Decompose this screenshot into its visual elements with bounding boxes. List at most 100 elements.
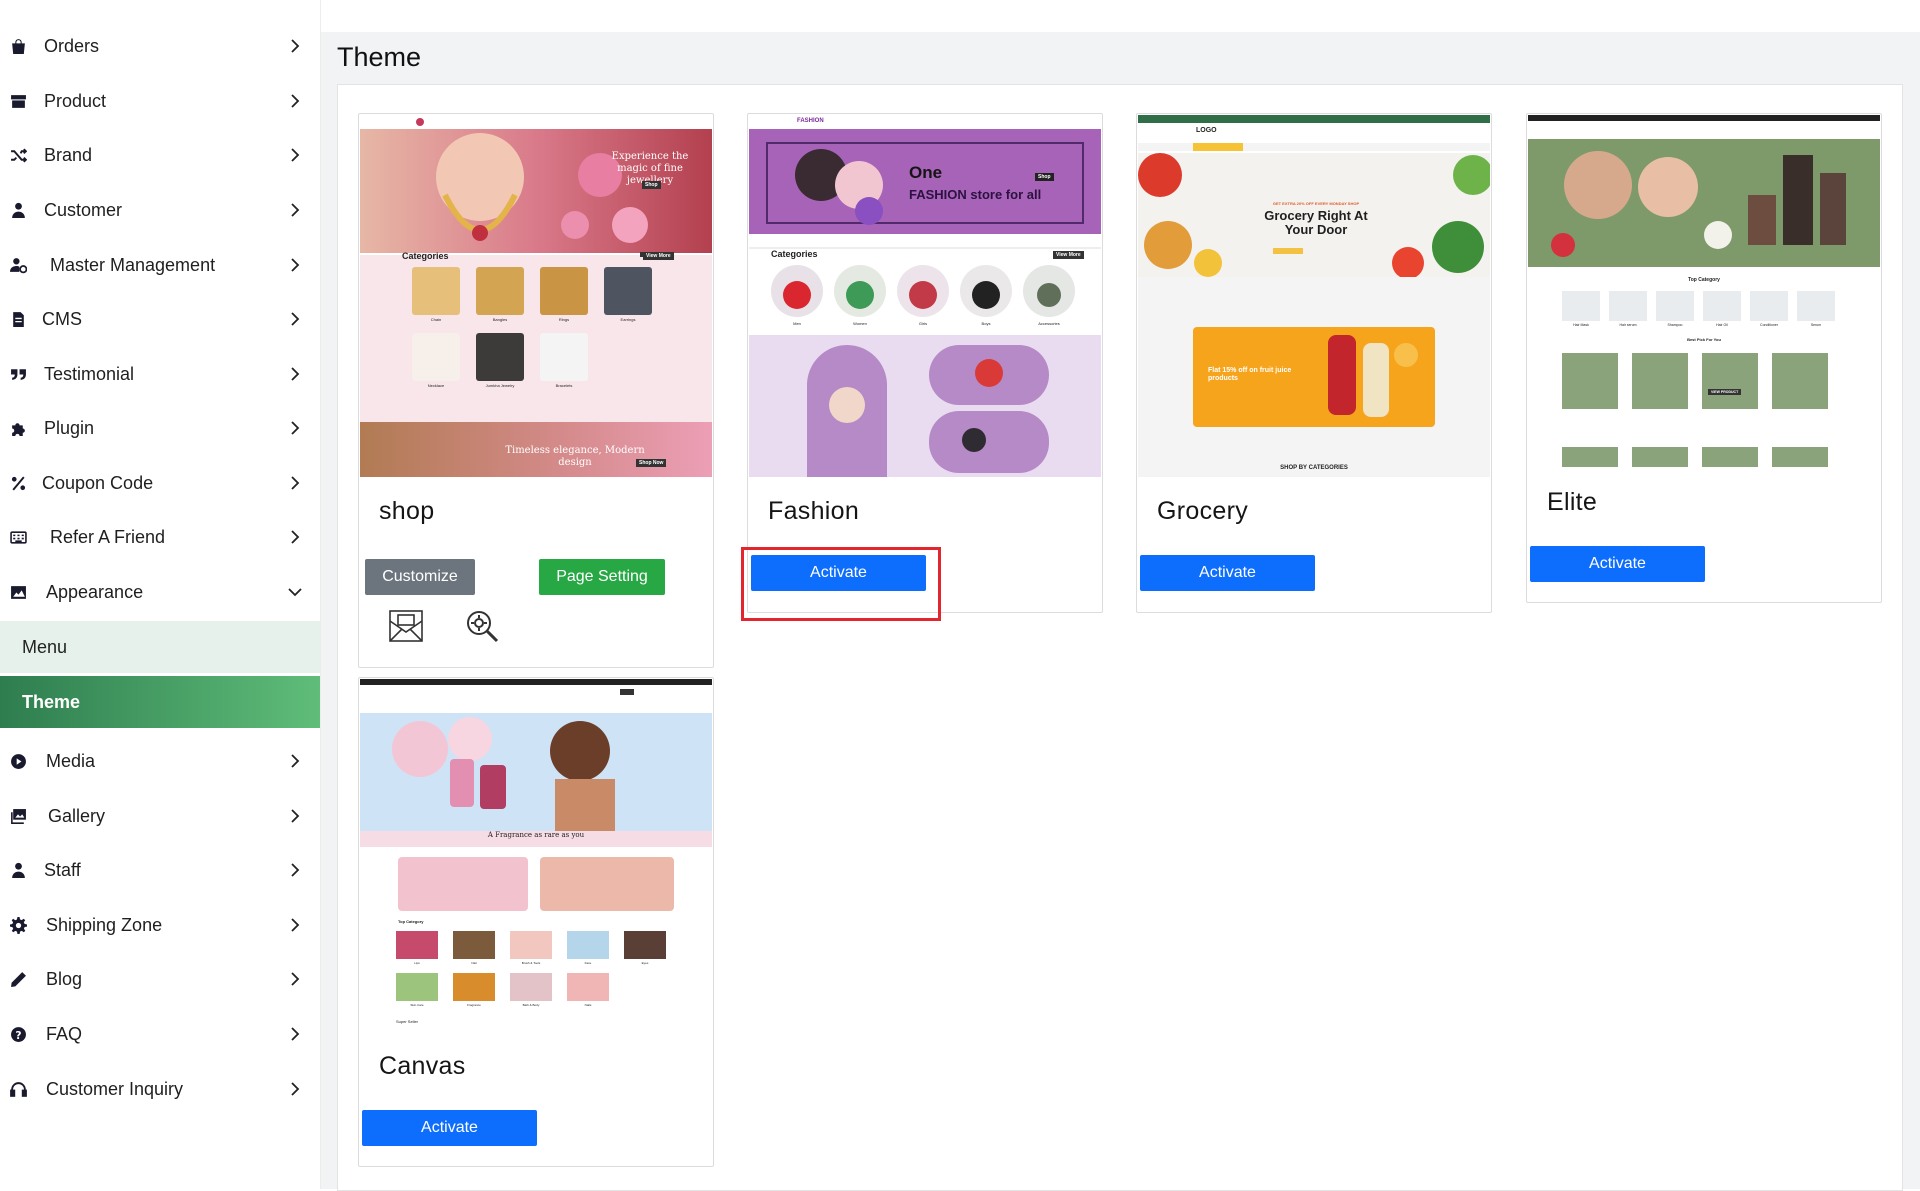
preview-tile — [476, 333, 524, 381]
email-template-icon[interactable] — [387, 607, 425, 645]
theme-preview-grocery[interactable]: LOGO GET EXTRA 20% OFF EVERY MONDAY SHOP… — [1138, 115, 1490, 477]
preview-section-title: SHOP BY CATEGORIES — [1280, 465, 1348, 471]
preview-tile-label: Lips — [414, 961, 420, 965]
highlight-box — [741, 547, 941, 621]
theme-name: Elite — [1547, 488, 1598, 516]
theme-preview-elite[interactable]: Top Category Hair Mask Hair serum Shampo… — [1528, 115, 1880, 467]
preview-tile-label: Face — [584, 961, 592, 965]
page-title: Theme — [337, 42, 422, 72]
theme-name: shop — [379, 497, 435, 525]
sidebar-item-blog[interactable]: Blog — [0, 952, 320, 1006]
preview-tile-label: Bracelets — [555, 383, 573, 388]
activate-button[interactable]: Activate — [1140, 555, 1315, 591]
seo-search-icon[interactable] — [463, 607, 501, 645]
theme-card-fashion: FASHION One FASHION store for all Shop C… — [747, 113, 1103, 613]
preview-section-title: Super Seller — [396, 1019, 419, 1024]
headset-icon — [8, 1079, 28, 1099]
theme-card-grocery: LOGO GET EXTRA 20% OFF EVERY MONDAY SHOP… — [1136, 113, 1492, 613]
sidebar-item-orders[interactable]: Orders — [0, 19, 320, 73]
chevron-right-icon — [288, 312, 302, 326]
preview-tile-label: Nail — [471, 961, 477, 965]
sidebar-item-staff[interactable]: Staff — [0, 843, 320, 897]
preview-promo: GET EXTRA 20% OFF EVERY MONDAY SHOP — [1272, 201, 1360, 206]
sidebar-item-coupon-code[interactable]: Coupon Code — [0, 456, 320, 510]
user-icon — [8, 860, 28, 880]
preview-offer: Flat 15% off on fruit juice products — [1208, 367, 1292, 382]
images-icon — [8, 806, 28, 826]
preview-view-more: View More — [643, 252, 674, 260]
quote-icon — [8, 364, 28, 384]
preview-tile-label: Eyes — [641, 961, 649, 965]
theme-preview-shop[interactable]: Experience the magic of fine jewellery S… — [360, 115, 712, 477]
preview-tile-label: Bath & Body — [522, 1003, 540, 1007]
chevron-right-icon — [288, 863, 302, 877]
preview-section-title: Categories — [771, 249, 818, 259]
sidebar-item-shipping-zone[interactable]: Shipping Zone — [0, 898, 320, 952]
preview-tile-label: Accessories — [1038, 321, 1060, 326]
preview-tile — [412, 267, 460, 315]
sidebar-item-customer[interactable]: Customer — [0, 183, 320, 237]
chevron-right-icon — [288, 530, 302, 544]
sidebar-item-label: Orders — [44, 35, 100, 56]
sidebar-item-gallery[interactable]: Gallery — [0, 789, 320, 843]
customize-button[interactable]: Customize — [365, 559, 475, 595]
preview-shop-button: Shop — [1035, 173, 1054, 181]
percent-icon — [8, 473, 28, 493]
preview-tile-label: Hair Oil — [1716, 323, 1728, 327]
sidebar-subitem-label: Theme — [22, 691, 81, 712]
theme-grid-panel: Experience the magic of fine jewellery S… — [337, 84, 1903, 1191]
sidebar-item-label: Gallery — [48, 805, 106, 826]
sidebar-item-customer-inquiry[interactable]: Customer Inquiry — [0, 1062, 320, 1116]
theme-preview-fashion[interactable]: FASHION One FASHION store for all Shop C… — [749, 115, 1101, 477]
sidebar-subitem-menu[interactable]: Menu — [0, 621, 320, 673]
sidebar-item-label: Media — [46, 750, 96, 771]
sidebar-item-label: Appearance — [46, 581, 144, 602]
preview-tile-label: Jumkha Jewelry — [485, 383, 515, 388]
preview-tile-label: Fragrance — [467, 1003, 481, 1007]
puzzle-icon — [8, 418, 28, 438]
bag-icon — [8, 36, 28, 56]
chevron-right-icon — [288, 367, 302, 381]
preview-tile-label: Rings — [558, 317, 570, 322]
theme-name: Grocery — [1157, 497, 1249, 525]
preview-logo: LOGO — [1196, 127, 1217, 134]
sidebar-item-label: Customer — [44, 199, 123, 220]
sidebar-item-appearance[interactable]: Appearance — [0, 565, 320, 619]
sidebar-subitem-theme[interactable]: Theme — [0, 676, 320, 728]
pencil-icon — [8, 969, 28, 989]
theme-card-canvas: A Fragrance as rare as you Top Category … — [358, 677, 714, 1167]
preview-tile-label: Skin Care — [410, 1003, 424, 1007]
preview-shop-button: Shop — [642, 181, 661, 189]
preview-section-title: Top Category — [398, 919, 424, 924]
chevron-right-icon — [288, 754, 302, 768]
activate-button[interactable]: Activate — [362, 1110, 537, 1146]
svg-text:?: ? — [15, 1028, 21, 1041]
preview-tile-label: Conditioner — [1760, 323, 1778, 327]
sidebar-item-label: CMS — [42, 308, 82, 329]
sidebar-item-label: Coupon Code — [42, 472, 154, 493]
preview-logo: FASHION — [797, 118, 824, 124]
theme-preview-canvas[interactable]: A Fragrance as rare as you Top Category … — [360, 679, 712, 1037]
sidebar-item-brand[interactable]: Brand — [0, 128, 320, 182]
preview-headline: Grocery Right At Your Door — [1264, 208, 1368, 237]
keyboard-icon — [8, 527, 28, 547]
sidebar-item-media[interactable]: Media — [0, 734, 320, 788]
page-setting-button[interactable]: Page Setting — [539, 559, 665, 595]
preview-tile-label: Shampoo — [1667, 323, 1683, 327]
sidebar-item-testimonial[interactable]: Testimonial — [0, 347, 320, 401]
file-icon — [8, 309, 28, 329]
sidebar-item-faq[interactable]: ? FAQ — [0, 1007, 320, 1061]
sidebar-item-refer-a-friend[interactable]: Refer A Friend — [0, 510, 320, 564]
activate-button[interactable]: Activate — [1530, 546, 1705, 582]
sidebar-item-product[interactable]: Product — [0, 74, 320, 128]
gear-icon — [8, 915, 28, 935]
chevron-right-icon — [288, 1027, 302, 1041]
sidebar-item-label: Master Management — [50, 254, 216, 275]
sidebar-item-cms[interactable]: CMS — [0, 292, 320, 346]
chevron-right-icon — [288, 258, 302, 272]
sidebar-item-plugin[interactable]: Plugin — [0, 401, 320, 455]
sidebar-subitem-label: Menu — [22, 636, 68, 657]
sidebar-item-master-management[interactable]: Master Management — [0, 238, 320, 292]
play-circle-icon — [8, 751, 28, 771]
preview-tile-label: Brush & Tools — [521, 961, 541, 965]
